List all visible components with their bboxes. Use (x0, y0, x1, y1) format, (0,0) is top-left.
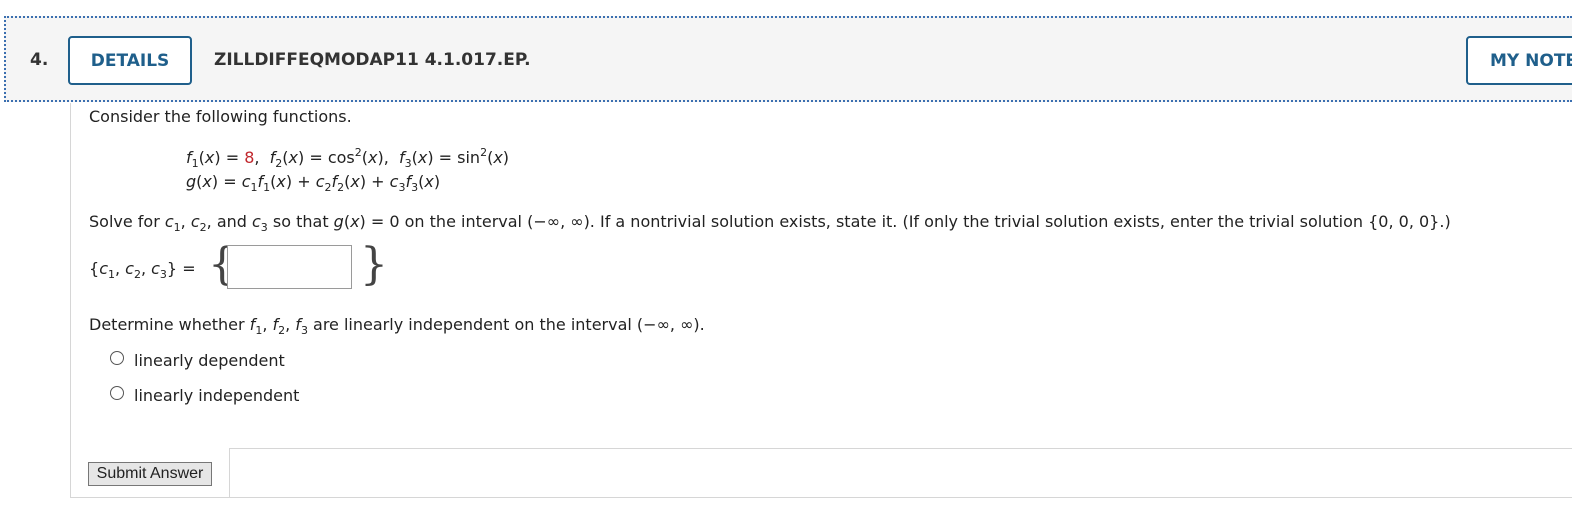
function-definitions: f1(x) = 8, f2(x) = cos2(x), f3(x) = sin2… (186, 146, 510, 170)
solve-prompt-part: , and (206, 212, 252, 231)
combination-definition: g(x) = c1f1(x) + c2f2(x) + c3f3(x) (186, 172, 441, 194)
question-number: 4. (30, 50, 49, 70)
submit-answer-button[interactable]: Submit Answer (88, 462, 212, 486)
details-button[interactable]: DETAILS (68, 36, 192, 85)
option-label: linearly dependent (134, 351, 285, 370)
solve-prompt-part: so that (267, 212, 334, 231)
my-notes-button[interactable]: MY NOTES (1466, 36, 1572, 85)
close-brace: } (360, 239, 388, 290)
radio-linearly-dependent[interactable] (110, 351, 124, 365)
answer-input[interactable] (227, 245, 352, 289)
solve-prompt-part: Solve for (89, 212, 165, 231)
submit-area (229, 448, 1572, 498)
answer-label: {c1, c2, c3} = (89, 259, 196, 281)
question-id: ZILLDIFFEQMODAP11 4.1.017.EP. (214, 50, 531, 70)
solve-prompt-part: = 0 on the interval (−∞, ∞). If a nontri… (365, 212, 1451, 231)
determine-prompt-part: Determine whether (89, 315, 250, 334)
determine-prompt-part: are linearly independent on the interval… (307, 315, 705, 334)
option-label: linearly independent (134, 386, 300, 405)
f1-value: 8 (244, 148, 255, 167)
equals-sign: = (182, 259, 196, 278)
solve-prompt: Solve for c1, c2, and c3 so that g(x) = … (89, 212, 1451, 234)
determine-prompt: Determine whether f1, f2, f3 are linearl… (89, 315, 705, 337)
radio-linearly-independent[interactable] (110, 386, 124, 400)
intro-text: Consider the following functions. (89, 107, 352, 126)
